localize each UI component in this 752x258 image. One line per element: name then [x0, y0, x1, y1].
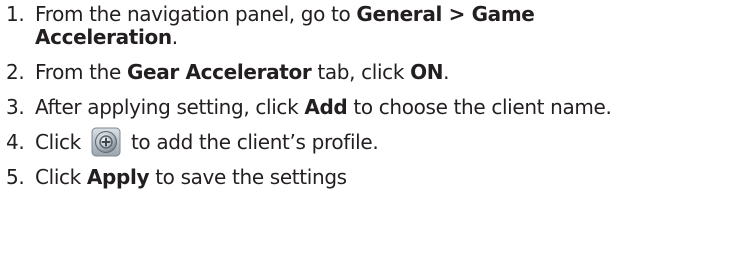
step-text-end: . [443, 60, 450, 84]
instruction-steps: 1. From the navigation panel, go to Gene… [6, 0, 750, 189]
step-2: 2. From the Gear Accelerator tab, click … [6, 61, 750, 84]
step-text: From the [35, 60, 127, 84]
step-number: 4. [6, 130, 25, 154]
button-name: Add [304, 95, 348, 119]
option-name: ON [410, 60, 444, 84]
step-text-end: to choose the client name. [347, 95, 612, 119]
menu-path-continued: Acceleration [35, 25, 172, 49]
step-number: 1. [6, 2, 25, 26]
menu-path: General > Game [356, 2, 535, 26]
button-name: Apply [86, 165, 150, 189]
step-text-end: to add the client’s profile. [130, 130, 379, 154]
add-profile-icon [91, 127, 121, 157]
step-text: Click [35, 130, 81, 154]
step-5: 5. Click Apply to save the settings [6, 166, 750, 189]
step-1: 1. From the navigation panel, go to Gene… [6, 3, 750, 49]
step-3: 3. After applying setting, click Add to … [6, 96, 750, 119]
step-text-end: . [171, 25, 178, 49]
step-number: 2. [6, 60, 25, 84]
tab-name: Gear Accelerator [126, 60, 312, 84]
step-text: Click [35, 165, 87, 189]
step-number: 3. [6, 95, 25, 119]
step-4: 4. Click to add the client’s profile. [6, 127, 750, 157]
step-text-middle: tab, click [311, 60, 411, 84]
step-number: 5. [6, 165, 25, 189]
step-text: From the navigation panel, go to [35, 2, 357, 26]
step-text-end: to save the settings [149, 165, 347, 189]
step-text: After applying setting, click [35, 95, 305, 119]
